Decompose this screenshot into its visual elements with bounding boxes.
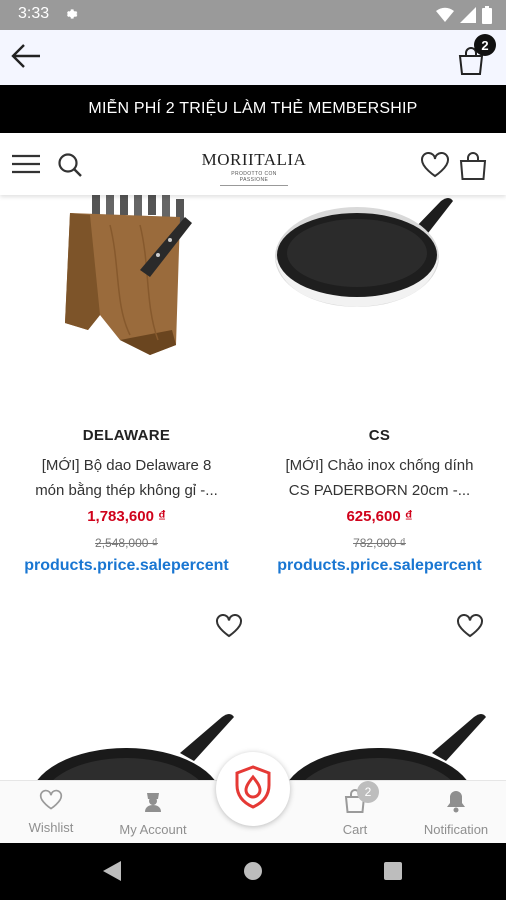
user-icon bbox=[142, 793, 164, 817]
nav-notification[interactable]: Notification bbox=[412, 789, 500, 837]
shopping-bag-icon: 2 bbox=[344, 781, 379, 818]
nav-cart-label: Cart bbox=[342, 822, 368, 837]
wishlist-heart-icon[interactable] bbox=[420, 152, 450, 183]
product-image-frying-pan[interactable] bbox=[282, 705, 492, 781]
settings-gear-icon bbox=[64, 7, 78, 26]
product-old-price: 782,000 ₫ bbox=[353, 536, 406, 550]
back-arrow-icon[interactable] bbox=[10, 42, 46, 72]
shield-button[interactable] bbox=[216, 752, 290, 826]
signal-icon bbox=[460, 7, 476, 28]
nav-cart[interactable]: 2 Cart bbox=[330, 781, 380, 837]
product-name[interactable]: [MỚI] Bộ dao Delaware 8 món bằng thép kh… bbox=[30, 453, 223, 503]
nav-wishlist[interactable]: Wishlist bbox=[22, 789, 80, 835]
product-image-knife-block[interactable] bbox=[0, 195, 253, 370]
recents-square-icon[interactable] bbox=[384, 862, 402, 885]
home-circle-icon[interactable] bbox=[244, 862, 262, 885]
logo-tagline: PRODOTTO CON PASSIONE bbox=[220, 171, 288, 186]
wishlist-heart-icon[interactable] bbox=[215, 614, 243, 643]
logo-brand: MORIITALIA bbox=[201, 150, 307, 169]
heart-icon bbox=[39, 789, 63, 815]
nav-wishlist-label: Wishlist bbox=[28, 820, 74, 835]
site-logo[interactable]: MORIITALIA PRODOTTO CON PASSIONE bbox=[198, 150, 310, 186]
nav-notification-label: Notification bbox=[423, 822, 489, 837]
battery-icon bbox=[482, 6, 492, 29]
hamburger-menu-icon[interactable] bbox=[12, 154, 40, 179]
product-brand: CS bbox=[368, 427, 391, 444]
cart-count-badge: 2 bbox=[474, 34, 496, 56]
nav-my-account[interactable]: My Account bbox=[110, 789, 196, 837]
wishlist-heart-icon[interactable] bbox=[456, 614, 484, 643]
wifi-icon bbox=[436, 7, 454, 28]
shopping-bag-icon[interactable] bbox=[459, 151, 487, 186]
status-bar: 3:33 bbox=[0, 0, 506, 30]
android-nav-bar bbox=[0, 842, 506, 900]
product-image-frying-pan[interactable] bbox=[30, 705, 240, 781]
site-nav: MORIITALIA PRODOTTO CON PASSIONE bbox=[0, 133, 506, 195]
promo-text: MIỄN PHÍ 2 TRIỆU LÀM THẺ MEMBERSHIP bbox=[88, 100, 418, 117]
search-icon[interactable] bbox=[57, 152, 83, 183]
product-sale-percent: products.price.salepercent bbox=[24, 557, 229, 574]
product-old-price: 2,548,000 ₫ bbox=[95, 536, 158, 550]
product-image-frying-pan[interactable] bbox=[253, 195, 506, 330]
back-triangle-icon[interactable] bbox=[103, 861, 121, 886]
nav-my-account-label: My Account bbox=[119, 822, 187, 837]
shield-icon bbox=[234, 764, 272, 814]
app-bar: 2 bbox=[0, 30, 506, 85]
cart-button[interactable]: 2 bbox=[458, 34, 496, 75]
promo-banner[interactable]: MIỄN PHÍ 2 TRIỆU LÀM THẺ MEMBERSHIP bbox=[0, 85, 506, 133]
product-price: 1,783,600 ₫ bbox=[87, 508, 166, 525]
status-time: 3:33 bbox=[18, 5, 50, 22]
product-sale-percent: products.price.salepercent bbox=[277, 557, 482, 574]
bell-icon bbox=[445, 791, 467, 817]
product-price: 625,600 ₫ bbox=[346, 508, 413, 525]
product-brand: DELAWARE bbox=[82, 427, 171, 444]
product-name[interactable]: [MỚI] Chảo inox chống dính CS PADERBORN … bbox=[283, 453, 476, 503]
nav-cart-badge: 2 bbox=[357, 781, 379, 803]
